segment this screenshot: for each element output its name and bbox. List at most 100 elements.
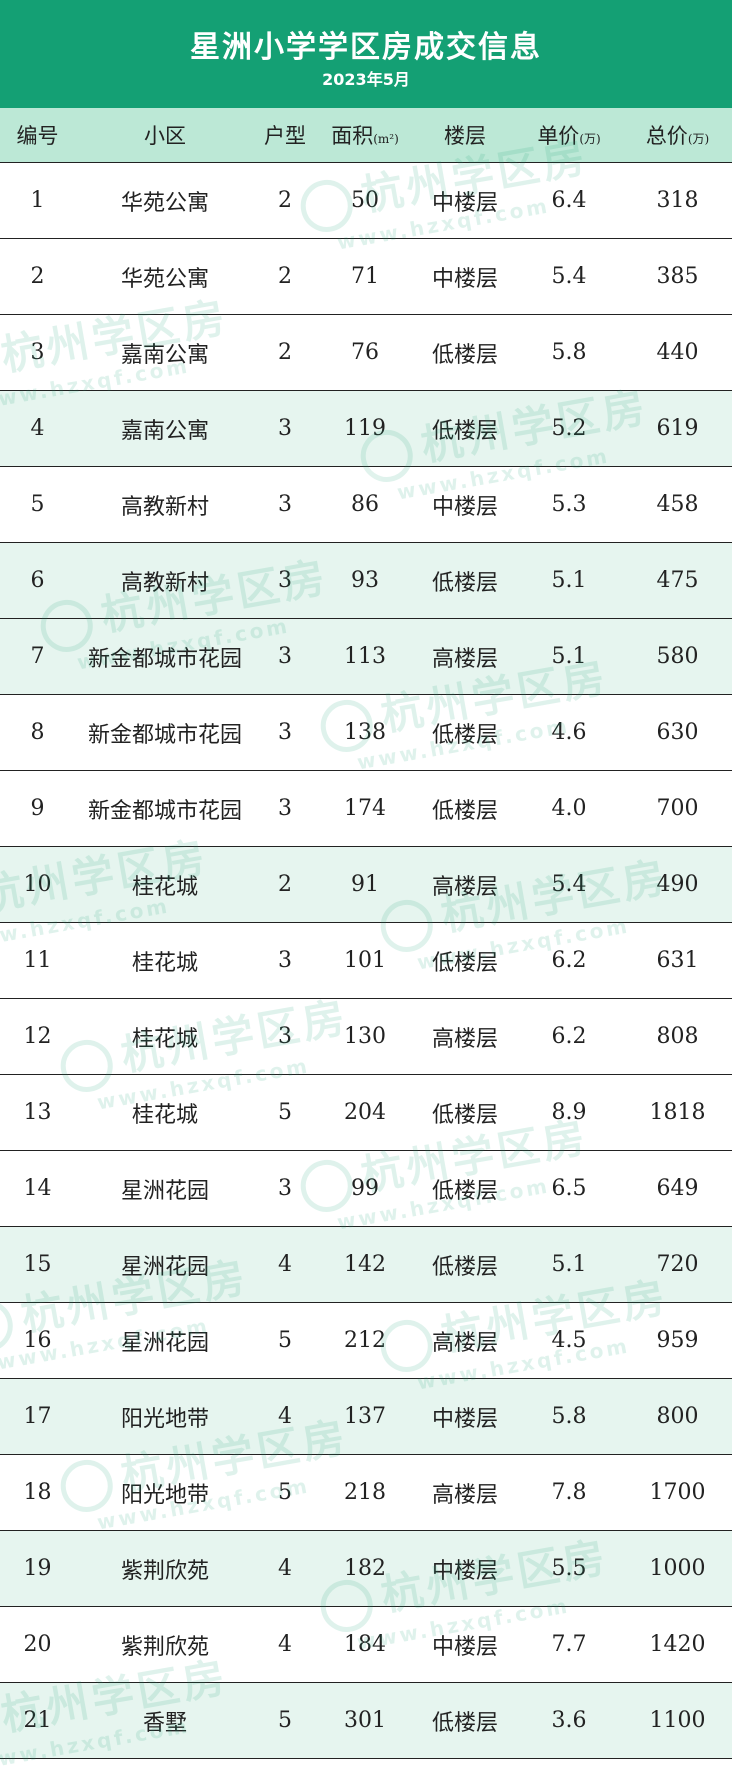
cell-layout: 5 [278,1100,292,1125]
cell-floor: 低楼层 [431,722,498,748]
cell-unit-price: 3.6 [551,1708,587,1733]
cell-layout: 3 [278,644,292,669]
cell-unit-price: 4.0 [551,796,587,821]
col-header-area: 面积(m²) [315,120,415,150]
cell-unit-price: 4.5 [551,1328,587,1353]
cell-floor: 中楼层 [431,494,498,520]
cell-layout: 4 [278,1556,292,1581]
cell-floor: 高楼层 [431,646,498,672]
cell-area: 184 [344,1632,386,1657]
table-row: 5 高教新村 3 86 中楼层 5.3 458 [0,467,732,543]
cell-area: 76 [351,340,379,365]
table-row: 1 华苑公寓 2 50 中楼层 6.4 318 [0,163,732,239]
cell-community: 香墅 [142,1710,187,1736]
cell-unit-price: 7.7 [551,1632,587,1657]
cell-total: 959 [656,1328,699,1353]
cell-floor: 中楼层 [431,266,498,292]
cell-total: 1000 [649,1556,706,1581]
cell-unit-price: 5.1 [551,644,587,669]
cell-area: 174 [344,796,386,821]
cell-area: 137 [344,1404,386,1429]
cell-unit-price: 7.8 [551,1480,587,1505]
table-row: 18 阳光地带 5 218 高楼层 7.8 1700 [0,1455,732,1531]
cell-area: 218 [344,1480,386,1505]
cell-floor: 中楼层 [431,1558,498,1584]
cell-community: 桂花城 [131,950,198,976]
cell-unit-price: 5.8 [551,1404,587,1429]
cell-floor: 低楼层 [431,950,498,976]
cell-layout: 2 [278,340,292,365]
table-row: 6 高教新村 3 93 低楼层 5.1 475 [0,543,732,619]
cell-no: 19 [23,1556,52,1581]
title-banner: 星洲小学学区房成交信息 2023年5月 [0,0,732,108]
cell-floor: 低楼层 [431,342,498,368]
table-row: 12 桂花城 3 130 高楼层 6.2 808 [0,999,732,1075]
cell-no: 12 [23,1024,52,1049]
cell-total: 619 [656,416,699,441]
cell-floor: 低楼层 [431,418,498,444]
cell-community: 嘉南公寓 [120,342,209,368]
cell-total: 1420 [649,1632,706,1657]
cell-community: 阳光地带 [120,1406,209,1432]
cell-unit-price: 4.6 [551,720,587,745]
col-header-unit-price: 单价(万) [515,120,623,150]
table-row: 19 紫荆欣苑 4 182 中楼层 5.5 1000 [0,1531,732,1607]
cell-no: 4 [30,416,45,441]
col-header-community: 小区 [144,124,186,148]
page-title: 星洲小学学区房成交信息 [190,30,542,65]
cell-area: 212 [344,1328,386,1353]
cell-floor: 中楼层 [431,1634,498,1660]
cell-community: 华苑公寓 [120,266,209,292]
cell-no: 18 [23,1480,52,1505]
cell-community: 星洲花园 [120,1178,209,1204]
cell-no: 3 [30,340,45,365]
table-row: 2 华苑公寓 2 71 中楼层 5.4 385 [0,239,732,315]
table-row: 3 嘉南公寓 2 76 低楼层 5.8 440 [0,315,732,391]
cell-layout: 3 [278,1176,292,1201]
cell-total: 440 [656,340,699,365]
cell-layout: 3 [278,796,292,821]
cell-floor: 低楼层 [431,570,498,596]
col-header-total-label: 总价 [645,124,688,148]
cell-total: 800 [656,1404,699,1429]
table-row: 10 桂花城 2 91 高楼层 5.4 490 [0,847,732,923]
table-row: 4 嘉南公寓 3 119 低楼层 5.2 619 [0,391,732,467]
cell-no: 20 [23,1632,52,1657]
cell-community: 紫荆欣苑 [120,1634,209,1660]
col-header-total: 总价(万) [623,120,732,150]
cell-area: 101 [344,948,386,973]
cell-no: 17 [23,1404,52,1429]
table-row: 11 桂花城 3 101 低楼层 6.2 631 [0,923,732,999]
cell-community: 华苑公寓 [120,190,209,216]
cell-layout: 5 [278,1328,292,1353]
cell-community: 新金都城市花园 [87,798,242,824]
table-row: 8 新金都城市花园 3 138 低楼层 4.6 630 [0,695,732,771]
table-body: 1 华苑公寓 2 50 中楼层 6.4 318 2 华苑公寓 2 71 中楼层 5.4 385 3 嘉南公寓 2… [0,163,732,1759]
cell-community: 嘉南公寓 [120,418,209,444]
table-header: 编号 小区 户型 面积(m²) 楼层 单价(万) 总价(万) [0,108,732,163]
cell-floor: 低楼层 [431,1710,498,1736]
cell-no: 9 [30,796,45,821]
cell-unit-price: 5.8 [551,340,587,365]
cell-unit-price: 6.5 [551,1176,587,1201]
cell-unit-price: 5.4 [551,264,587,289]
cell-area: 71 [351,264,379,289]
cell-unit-price: 6.2 [551,1024,587,1049]
table-row: 20 紫荆欣苑 4 184 中楼层 7.7 1420 [0,1607,732,1683]
cell-unit-price: 5.5 [551,1556,587,1581]
cell-area: 99 [351,1176,379,1201]
cell-no: 21 [23,1708,52,1733]
col-header-unit-price-unit: (万) [579,132,601,146]
cell-community: 紫荆欣苑 [120,1558,209,1584]
cell-no: 5 [30,492,45,517]
cell-unit-price: 5.4 [551,872,587,897]
cell-no: 15 [23,1252,52,1277]
cell-no: 14 [23,1176,52,1201]
cell-area: 138 [344,720,386,745]
table-row: 17 阳光地带 4 137 中楼层 5.8 800 [0,1379,732,1455]
cell-total: 318 [656,188,699,213]
cell-total: 630 [656,720,699,745]
table-row: 14 星洲花园 3 99 低楼层 6.5 649 [0,1151,732,1227]
cell-area: 93 [351,568,379,593]
cell-no: 16 [23,1328,52,1353]
